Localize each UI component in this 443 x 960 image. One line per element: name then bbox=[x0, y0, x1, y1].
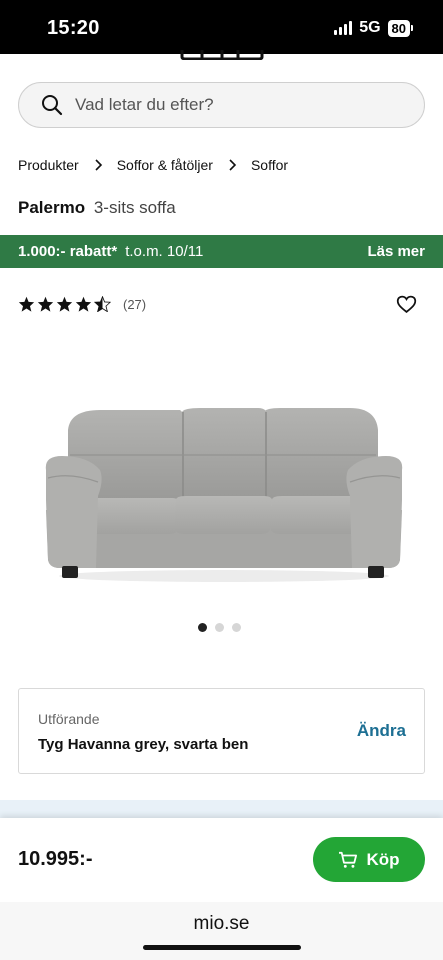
status-indicators: 5G 80 bbox=[334, 19, 413, 37]
network-type: 5G bbox=[359, 19, 381, 36]
star-full-icon bbox=[56, 296, 73, 312]
status-bar: 15:20 5G 80 bbox=[0, 0, 443, 54]
variant-change-link[interactable]: Ändra bbox=[357, 721, 406, 741]
gallery-dot[interactable] bbox=[232, 623, 241, 632]
sofa-image[interactable] bbox=[40, 400, 408, 585]
promo-read-more-link[interactable]: Läs mer bbox=[367, 243, 425, 260]
browser-address-bar[interactable]: mio.se bbox=[0, 902, 443, 960]
home-indicator[interactable] bbox=[143, 945, 301, 950]
purchase-bar: 10.995:- Köp bbox=[0, 818, 443, 902]
promo-banner: 1.000:- rabatt* t.o.m. 10/11 Läs mer bbox=[0, 235, 443, 268]
promo-discount: 1.000:- rabatt* bbox=[18, 243, 118, 260]
rating-count[interactable]: (27) bbox=[123, 297, 146, 312]
variant-value: Tyg Havanna grey, svarta ben bbox=[38, 736, 249, 753]
section-divider bbox=[0, 800, 443, 820]
cart-icon bbox=[339, 851, 358, 868]
product-rating[interactable]: (27) bbox=[18, 296, 146, 312]
product-price: 10.995:- bbox=[18, 848, 93, 870]
product-title: Palermo 3-sits soffa bbox=[18, 198, 176, 218]
gallery-pagination[interactable] bbox=[198, 623, 241, 632]
rating-stars bbox=[18, 296, 111, 312]
chevron-right-icon bbox=[95, 159, 102, 171]
buy-button-label: Köp bbox=[366, 849, 400, 869]
battery-level: 80 bbox=[387, 19, 410, 37]
battery-icon: 80 bbox=[387, 19, 413, 37]
browser-address-text[interactable]: mio.se bbox=[0, 913, 443, 935]
buy-button[interactable]: Köp bbox=[313, 837, 425, 882]
search-bar[interactable] bbox=[18, 82, 425, 128]
gallery-dot[interactable] bbox=[215, 623, 224, 632]
promo-date: t.o.m. 10/11 bbox=[125, 243, 204, 260]
breadcrumb-item-soffor[interactable]: Soffor bbox=[251, 157, 288, 173]
star-half-icon bbox=[94, 296, 111, 312]
gallery-dot-active[interactable] bbox=[198, 623, 207, 632]
breadcrumb: Produkter Soffor & fåtöljer Soffor bbox=[18, 157, 288, 173]
status-time: 15:20 bbox=[47, 17, 100, 39]
variant-label: Utförande bbox=[38, 711, 100, 727]
variant-card[interactable]: Utförande Tyg Havanna grey, svarta ben Ä… bbox=[18, 688, 425, 774]
site-logo[interactable] bbox=[180, 50, 264, 60]
star-full-icon bbox=[18, 296, 35, 312]
chevron-right-icon bbox=[229, 159, 237, 171]
heart-icon[interactable] bbox=[396, 294, 417, 314]
product-subtitle: 3-sits soffa bbox=[93, 198, 176, 217]
breadcrumb-item-produkter[interactable]: Produkter bbox=[18, 157, 79, 173]
search-input[interactable] bbox=[75, 95, 375, 115]
star-full-icon bbox=[37, 296, 54, 312]
breadcrumb-item-soffor-fatoljer[interactable]: Soffor & fåtöljer bbox=[117, 157, 213, 173]
search-icon bbox=[42, 95, 63, 116]
star-full-icon bbox=[75, 296, 92, 312]
product-name: Palermo bbox=[18, 198, 86, 217]
signal-bars-icon bbox=[334, 21, 353, 35]
